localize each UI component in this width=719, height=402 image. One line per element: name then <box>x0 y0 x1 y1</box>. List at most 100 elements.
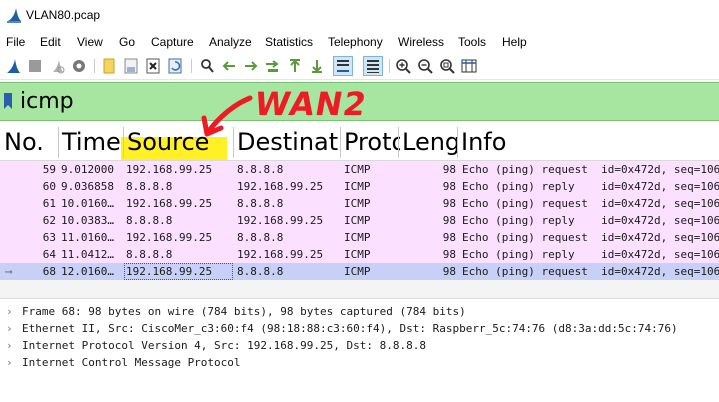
packet-info: Echo (ping) reply id=0x472d, seq=106 <box>462 248 719 261</box>
packet-source: 192.168.99.25 <box>126 197 213 210</box>
packet-source: 8.8.8.8 <box>126 180 173 193</box>
title-bar: VLAN80.pcap <box>0 0 719 30</box>
packet-row[interactable]: 60 9.036858 8.8.8.8 192.168.99.25 ICMP 9… <box>0 178 719 195</box>
close-file-icon[interactable] <box>144 57 162 75</box>
menu-capture[interactable]: Capture <box>151 35 194 49</box>
column-header-length[interactable]: Leng <box>398 127 458 158</box>
window-title: VLAN80.pcap <box>26 8 101 22</box>
packet-destination: 192.168.99.25 <box>237 214 324 227</box>
capture-options-icon[interactable] <box>70 57 88 75</box>
packet-details-pane: › Frame 68: 98 bytes on wire (784 bits), … <box>0 301 719 402</box>
packet-time: 9.036858 <box>61 180 114 193</box>
detail-ethernet[interactable]: › Ethernet II, Src: CiscoMer_c3:60:f4 (98… <box>6 320 678 337</box>
packet-source: 192.168.99.25 <box>126 231 213 244</box>
menu-view[interactable]: View <box>77 35 103 49</box>
packet-protocol: ICMP <box>344 265 371 278</box>
annotation-text: WAN2 <box>251 85 371 123</box>
column-header-time[interactable]: Time <box>58 127 124 158</box>
packet-row[interactable]: 63 11.0160… 192.168.99.25 8.8.8.8 ICMP 9… <box>0 229 719 246</box>
normal-size-icon[interactable] <box>438 57 456 75</box>
packet-no: 59 <box>42 163 56 176</box>
chevron-right-icon[interactable]: › <box>6 354 22 371</box>
packet-length: 98 <box>442 248 456 261</box>
detail-text: Internet Control Message Protocol <box>22 356 241 369</box>
toolbar-separator <box>191 59 192 73</box>
autoscroll-icon[interactable] <box>333 56 353 76</box>
detail-ipv4[interactable]: › Internet Protocol Version 4, Src: 192.1… <box>6 337 426 354</box>
chevron-right-icon[interactable]: › <box>6 337 22 354</box>
packet-protocol: ICMP <box>344 197 371 210</box>
pane-splitter[interactable] <box>0 280 719 299</box>
packet-time: 11.0412… <box>61 248 114 261</box>
menu-tools[interactable]: Tools <box>458 35 486 49</box>
first-packet-icon[interactable] <box>286 57 304 75</box>
packet-destination: 8.8.8.8 <box>237 163 284 176</box>
resize-columns-icon[interactable] <box>460 57 478 75</box>
zoom-in-icon[interactable] <box>394 57 412 75</box>
packet-time: 12.0160… <box>61 265 114 278</box>
packet-protocol: ICMP <box>344 163 371 176</box>
packet-info: Echo (ping) request id=0x472d, seq=106 <box>462 197 719 210</box>
menu-statistics[interactable]: Statistics <box>265 35 313 49</box>
packet-destination: 8.8.8.8 <box>237 231 284 244</box>
detail-icmp[interactable]: › Internet Control Message Protocol <box>6 354 241 371</box>
packet-time: 10.0383… <box>61 214 114 227</box>
menu-bar: File Edit View Go Capture Analyze Statis… <box>0 32 719 52</box>
packet-row[interactable]: 59 9.012000 192.168.99.25 8.8.8.8 ICMP 9… <box>0 161 719 178</box>
detail-text: Frame 68: 98 bytes on wire (784 bits), 9… <box>22 305 466 318</box>
packet-source: 192.168.99.25 <box>126 163 213 176</box>
go-to-packet-icon[interactable] <box>264 57 282 75</box>
save-file-icon[interactable] <box>122 57 140 75</box>
packet-length: 98 <box>442 214 456 227</box>
packet-destination: 8.8.8.8 <box>237 197 284 210</box>
packet-row[interactable]: 61 10.0160… 192.168.99.25 8.8.8.8 ICMP 9… <box>0 195 719 212</box>
packet-destination: 192.168.99.25 <box>237 248 324 261</box>
packet-row[interactable]: 64 11.0412… 8.8.8.8 192.168.99.25 ICMP 9… <box>0 246 719 263</box>
detail-frame[interactable]: › Frame 68: 98 bytes on wire (784 bits), … <box>6 303 466 320</box>
packet-length: 98 <box>442 163 456 176</box>
packet-no: 61 <box>42 197 56 210</box>
menu-analyze[interactable]: Analyze <box>209 35 252 49</box>
detail-text: Ethernet II, Src: CiscoMer_c3:60:f4 (98:… <box>22 322 678 335</box>
packet-row-selected[interactable]: ⟶ 68 12.0160… 192.168.99.25 8.8.8.8 ICMP… <box>0 263 719 280</box>
find-packet-icon[interactable] <box>198 57 216 75</box>
colorize-icon[interactable] <box>363 56 383 76</box>
chevron-right-icon[interactable]: › <box>6 303 22 320</box>
reload-file-icon[interactable] <box>166 57 184 75</box>
menu-file[interactable]: File <box>6 35 25 49</box>
packet-protocol: ICMP <box>344 231 371 244</box>
packet-source: 8.8.8.8 <box>126 248 173 261</box>
column-header-no[interactable]: No. <box>4 127 56 158</box>
menu-wireless[interactable]: Wireless <box>398 35 444 49</box>
toolbar-separator <box>94 59 95 73</box>
stop-capture-icon[interactable] <box>26 57 44 75</box>
last-packet-icon[interactable] <box>308 57 326 75</box>
restart-capture-icon[interactable] <box>48 57 66 75</box>
shark-fin-icon <box>7 8 21 23</box>
packet-list: 59 9.012000 192.168.99.25 8.8.8.8 ICMP 9… <box>0 160 719 280</box>
shark-fin-icon[interactable] <box>4 57 22 75</box>
chevron-right-icon[interactable]: › <box>6 320 22 337</box>
packet-length: 98 <box>442 231 456 244</box>
zoom-out-icon[interactable] <box>416 57 434 75</box>
menu-telephony[interactable]: Telephony <box>328 35 383 49</box>
packet-source: 192.168.99.25 <box>124 263 233 280</box>
forward-icon[interactable] <box>242 57 260 75</box>
packet-row[interactable]: 62 10.0383… 8.8.8.8 192.168.99.25 ICMP 9… <box>0 212 719 229</box>
packet-info: Echo (ping) reply id=0x472d, seq=106 <box>462 214 719 227</box>
menu-go[interactable]: Go <box>119 35 135 49</box>
packet-info: Echo (ping) reply id=0x472d, seq=106 <box>462 180 719 193</box>
column-header-info[interactable]: Info <box>457 127 719 158</box>
menu-edit[interactable]: Edit <box>40 35 61 49</box>
packet-info: Echo (ping) request id=0x472d, seq=106 <box>462 231 719 244</box>
toolbar-separator <box>389 59 390 73</box>
detail-text: Internet Protocol Version 4, Src: 192.16… <box>22 339 426 352</box>
open-file-icon[interactable] <box>100 57 118 75</box>
back-icon[interactable] <box>220 57 238 75</box>
packet-source: 8.8.8.8 <box>126 214 173 227</box>
packet-length: 98 <box>442 265 456 278</box>
packet-time: 11.0160… <box>61 231 114 244</box>
bookmark-icon[interactable] <box>3 92 13 110</box>
menu-help[interactable]: Help <box>502 35 527 49</box>
packet-no: 63 <box>42 231 56 244</box>
